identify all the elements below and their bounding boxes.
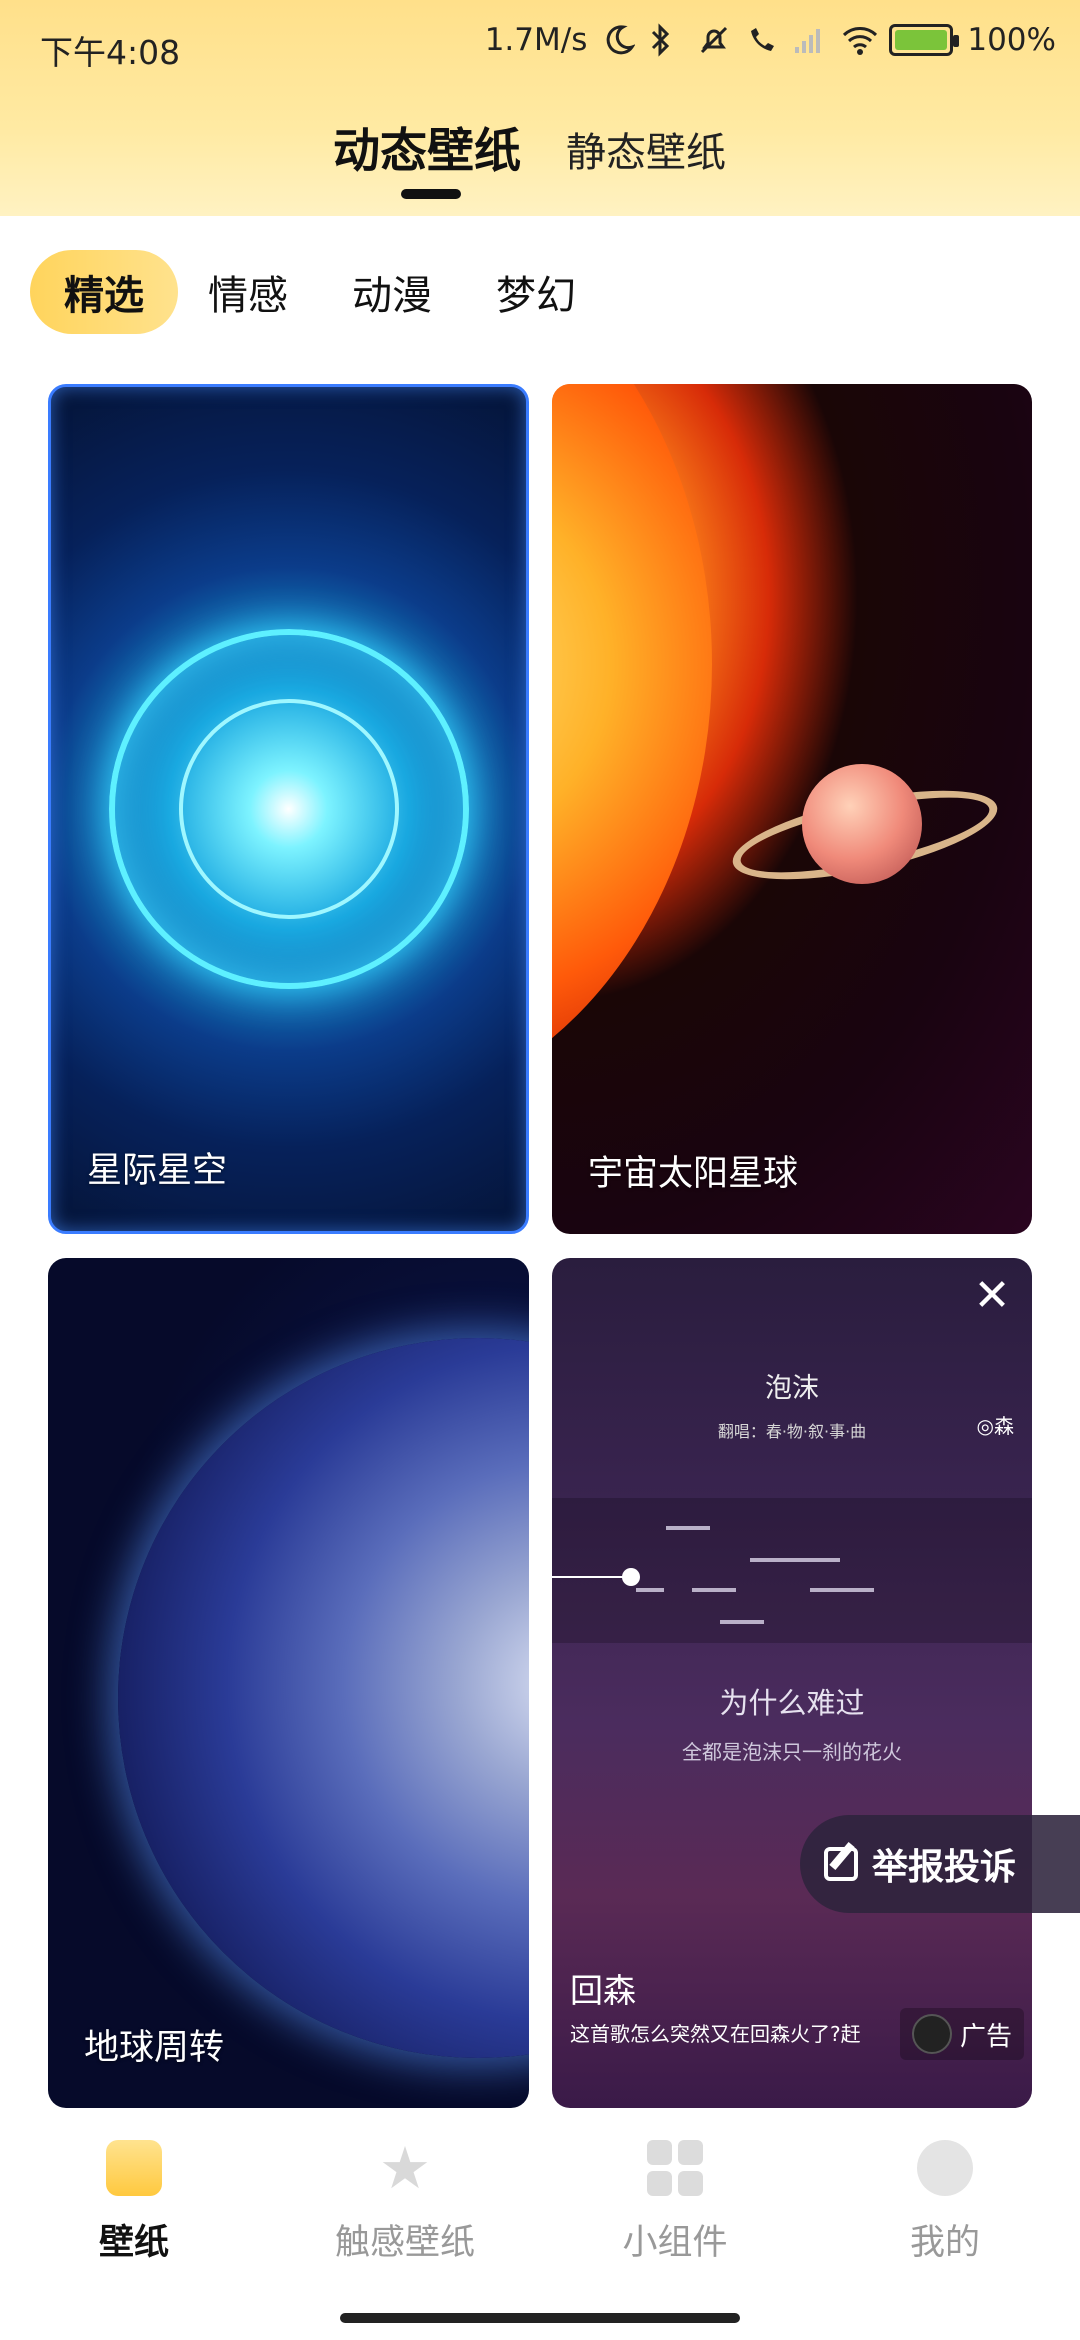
ad-song-title: 泡沫 [765,1373,819,1404]
nav-item-touch-wallpaper[interactable]: ★ 触感壁纸 [305,2134,505,2265]
nav-label: 触感壁纸 [334,2223,475,2263]
waveform-bar [810,1588,874,1592]
waveform-line [552,1576,632,1578]
category-chips: 精选 情感 动漫 梦幻 [30,250,610,334]
chip-emotion[interactable]: 情感 [174,250,322,334]
waveform-bar [750,1558,840,1562]
moon-icon [601,23,637,57]
ad-brand-logo: ◎森 [976,1414,1014,1438]
nav-item-wallpaper[interactable]: 壁纸 [34,2140,234,2265]
waveform-bar [692,1588,736,1592]
wallpaper-card-sun-planet[interactable]: 宇宙太阳星球 [552,384,1032,1234]
header: 下午4:08 1.7M/s 100% 动态壁纸 静态壁纸 [0,0,1080,216]
tab-indicator [401,189,461,199]
network-speed: 1.7M/s [484,22,588,58]
ad-badge: 广告 [899,2008,1024,2060]
status-bar: 下午4:08 1.7M/s 100% [0,0,1080,100]
nav-label: 我的 [909,2223,980,2263]
status-right: 1.7M/s 100% [485,22,1056,58]
wallpaper-card-label: 地球周转 [84,2028,225,2068]
ad-badge-label: 广告 [959,2021,1012,2052]
ad-description: 这首歌怎么突然又在回森火了?赶 [570,2022,861,2046]
profile-face-icon [917,2140,973,2196]
close-icon[interactable]: ✕ [970,1274,1014,1318]
report-button-label: 举报投诉 [872,1847,1017,1888]
wallpaper-card-starry[interactable]: 星际星空 [48,384,529,1234]
nav-label: 壁纸 [98,2223,169,2263]
bottom-nav: 壁纸 ★ 触感壁纸 小组件 我的 [0,2130,1080,2310]
battery-percent: 100% [967,22,1056,58]
ad-singer: 翻唱：春·物·叙·事·曲 [717,1422,867,1441]
earth-art [118,1338,529,2058]
mute-bell-icon [697,23,731,57]
ad-waveform [552,1498,1032,1643]
ad-title: 回森 [570,1971,636,2010]
widget-grid-icon [647,2140,703,2196]
edit-icon [824,1847,858,1881]
battery-icon [889,24,960,56]
bluetooth-icon [649,23,683,57]
chip-fantasy[interactable]: 梦幻 [462,250,610,334]
chip-anime[interactable]: 动漫 [318,250,466,334]
wallpaper-card-label: 宇宙太阳星球 [588,1154,799,1194]
ad-question: 为什么难过 [719,1686,865,1720]
report-button[interactable]: 举报投诉 [800,1815,1080,1913]
ad-card[interactable]: ✕ 泡沫 翻唱：春·物·叙·事·曲 ◎森 为什么难过 全都是泡沫只一刹的花火 回… [552,1258,1032,2108]
nav-label: 小组件 [622,2223,728,2263]
home-indicator[interactable] [340,2313,740,2323]
status-time: 下午4:08 [40,33,181,72]
waveform-bar [666,1526,710,1530]
tab-dynamic-wallpaper[interactable]: 动态壁纸 [333,112,521,181]
hedgehog-icon [911,2014,952,2054]
ad-lyric: 全都是泡沫只一刹的花火 [682,1740,902,1764]
saturn-art [802,764,922,884]
nav-item-widgets[interactable]: 小组件 [575,2140,775,2265]
signal-icon [793,23,827,57]
star-icon: ★ [379,2134,431,2202]
nav-item-mine[interactable]: 我的 [845,2140,1045,2265]
tab-static-wallpaper[interactable]: 静态壁纸 [566,120,726,178]
waveform-bar [720,1620,764,1624]
waveform-bar [636,1588,664,1592]
playhead-dot [622,1568,640,1586]
wifi-icon [841,23,878,57]
sun-art [552,384,712,1114]
wallpaper-card-label: 星际星空 [87,1151,228,1191]
chip-featured[interactable]: 精选 [30,250,178,334]
wallpaper-card-earth[interactable]: 地球周转 [48,1258,529,2108]
call-icon [745,23,779,57]
top-tabs: 动态壁纸 静态壁纸 [0,104,1080,204]
app-root: { "status_bar": { "time": "下午4:08", "spe… [0,0,1080,2340]
mandala-inner-art [178,699,399,919]
wallpaper-icon [106,2140,162,2196]
